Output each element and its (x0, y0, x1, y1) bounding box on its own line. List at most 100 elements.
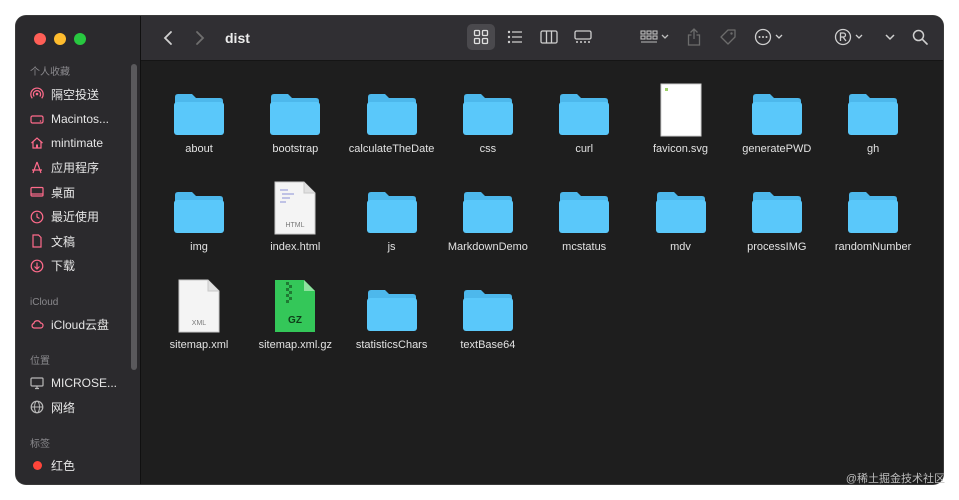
close-window-button[interactable] (34, 33, 46, 45)
item-name: textBase64 (460, 339, 516, 351)
sidebar-item-label: 网络 (51, 400, 76, 415)
sidebar-item[interactable]: 隔空投送 (16, 82, 128, 107)
extension-button[interactable] (831, 24, 865, 50)
sidebar-item[interactable]: mintimate (16, 131, 128, 156)
minimize-window-button[interactable] (54, 33, 66, 45)
folder-item[interactable]: bootstrap (247, 75, 343, 173)
group-grid-icon (639, 30, 658, 43)
icon-view-button[interactable] (467, 24, 495, 50)
forward-button[interactable] (189, 27, 211, 49)
sidebar-item[interactable]: 下载 (16, 254, 128, 279)
sidebar-item[interactable]: Macintos... (16, 107, 128, 132)
list-icon (507, 30, 522, 44)
gallery-view-button[interactable] (569, 24, 597, 50)
folder-icon (751, 192, 802, 233)
sidebar-item[interactable]: 桌面 (16, 180, 128, 205)
sidebar-item-label: 橙色 (51, 482, 75, 485)
folder-item[interactable]: generatePWD (729, 75, 825, 173)
sidebar-section-header: 位置 (30, 355, 50, 367)
folder-item[interactable]: css (440, 75, 536, 173)
sidebar-item[interactable]: 红色 (16, 454, 128, 479)
item-icon (440, 271, 536, 333)
folder-item[interactable]: gh (825, 75, 921, 173)
window-controls (34, 33, 86, 45)
folder-item[interactable]: calculateTheDate (344, 75, 440, 173)
chevron-down-icon (885, 33, 895, 40)
applications-icon (30, 161, 44, 175)
folder-item[interactable]: randomNumber (825, 173, 921, 271)
search-icon (912, 29, 928, 45)
item-name: sitemap.xml (169, 339, 229, 351)
item-name: favicon.svg (652, 143, 709, 155)
item-name: statisticsChars (355, 339, 428, 351)
download-icon (30, 259, 44, 273)
document-icon (30, 234, 44, 248)
item-name: gh (866, 143, 880, 155)
folder-item[interactable]: MarkdownDemo (440, 173, 536, 271)
search-button[interactable] (907, 24, 933, 50)
sidebar-item[interactable]: 橙色 (16, 478, 128, 485)
folder-item[interactable]: statisticsChars (344, 271, 440, 369)
item-icon (825, 173, 921, 235)
folder-icon (751, 94, 802, 135)
tag-icon (720, 29, 736, 45)
folder-item[interactable]: img (151, 173, 247, 271)
file-item[interactable]: XML sitemap.xml (151, 271, 247, 369)
file-item[interactable]: HTML index.html (247, 173, 343, 271)
sidebar-item-label: iCloud云盘 (51, 317, 110, 332)
sidebar-item[interactable]: 文稿 (16, 229, 128, 254)
svg-text:XML: XML (192, 320, 207, 327)
sidebar-item-label: 应用程序 (51, 161, 100, 176)
column-view-button[interactable] (535, 24, 563, 50)
sidebar-item[interactable]: 应用程序 (16, 156, 128, 181)
folder-item[interactable]: mcstatus (536, 173, 632, 271)
folder-item[interactable]: textBase64 (440, 271, 536, 369)
item-name: css (479, 143, 497, 155)
sidebar-item-label: 下载 (51, 259, 76, 274)
tags-button[interactable] (715, 24, 741, 50)
item-icon (344, 271, 440, 333)
folder-item[interactable]: about (151, 75, 247, 173)
chevron-down-icon (855, 34, 862, 39)
file-item[interactable]: GZ sitemap.xml.gz (247, 271, 343, 369)
sidebar-item[interactable]: 网络 (16, 395, 128, 420)
sidebar-item-label: MICROSE... (51, 375, 118, 390)
zoom-window-button[interactable] (74, 33, 86, 45)
sidebar-item[interactable]: iCloud云盘 (16, 312, 128, 337)
main-pane: dist about bootstrap calculateTheDate cs… (141, 16, 943, 484)
action-button[interactable] (751, 24, 785, 50)
folder-item[interactable]: mdv (633, 173, 729, 271)
folder-item[interactable]: js (344, 173, 440, 271)
item-name: generatePWD (742, 143, 812, 155)
xml-file-icon: XML (178, 279, 220, 333)
registered-circle-icon (834, 28, 851, 46)
share-button[interactable] (681, 24, 707, 50)
item-name: sitemap.xml.gz (258, 339, 332, 351)
gallery-icon (574, 30, 592, 43)
file-item[interactable]: favicon.svg (633, 75, 729, 173)
list-view-button[interactable] (501, 24, 529, 50)
chevron-down-icon (775, 34, 782, 39)
chevron-down-icon (661, 34, 668, 39)
item-icon (344, 75, 440, 137)
item-icon (633, 173, 729, 235)
sidebar-item[interactable]: 最近使用 (16, 205, 128, 230)
folder-icon (559, 94, 610, 135)
item-icon (729, 75, 825, 137)
folder-item[interactable]: processIMG (729, 173, 825, 271)
group-button[interactable] (637, 24, 671, 50)
sidebar-item[interactable]: MICROSE... (16, 371, 128, 396)
item-icon (440, 173, 536, 235)
item-icon (825, 75, 921, 137)
svg-file-icon (660, 83, 701, 137)
item-name: MarkdownDemo (447, 241, 528, 253)
sidebar-scrollbar[interactable] (131, 64, 137, 370)
folder-icon (462, 192, 513, 233)
globe-icon (30, 400, 44, 414)
more-toolbar-button[interactable] (879, 24, 901, 50)
folder-item[interactable]: curl (536, 75, 632, 173)
watermark: @稀土掘金技术社区 (845, 473, 945, 485)
svg-text:HTML: HTML (286, 222, 305, 229)
ellipsis-circle-icon (754, 28, 771, 46)
back-button[interactable] (157, 27, 179, 49)
